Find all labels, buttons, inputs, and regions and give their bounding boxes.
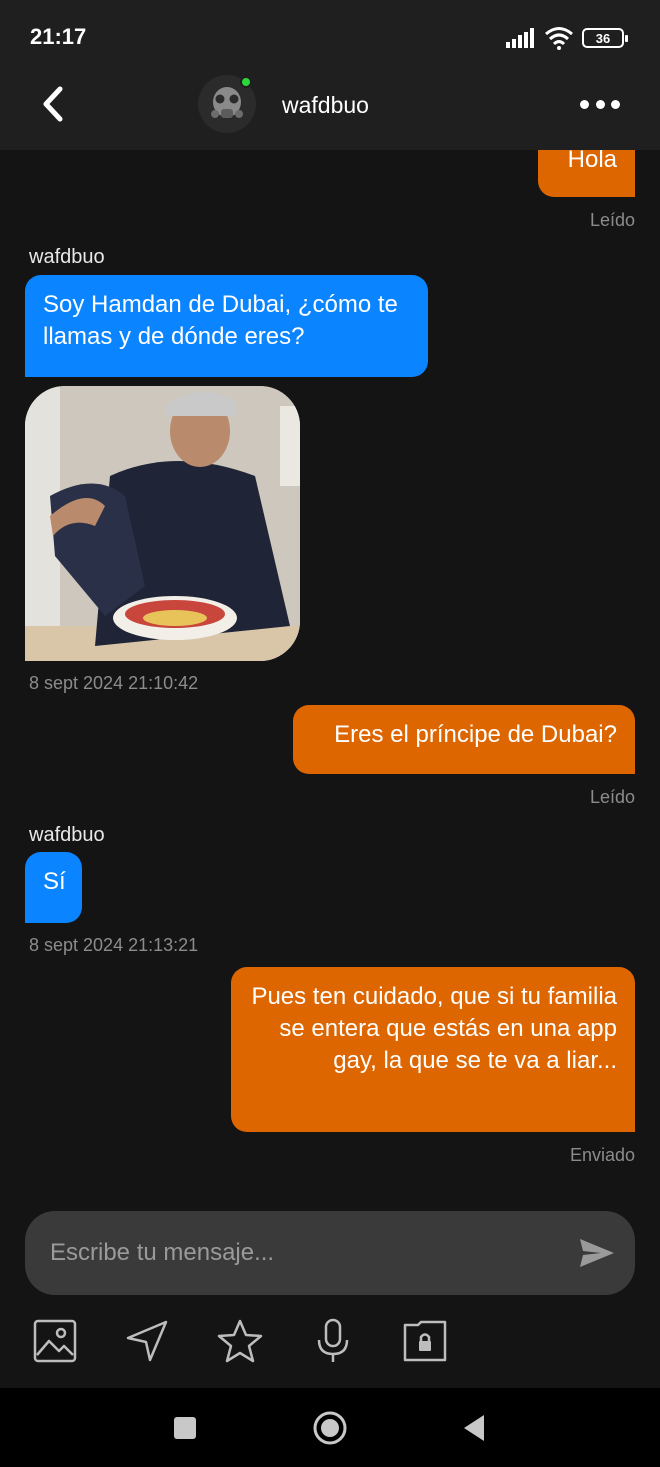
recents-button[interactable]: [163, 1406, 207, 1450]
status-time: 21:17: [30, 24, 87, 49]
online-indicator: [240, 76, 252, 88]
attachment-toolbar: [0, 1300, 660, 1388]
message-text: Soy Hamdan de Dubai, ¿cómo te llamas y d…: [43, 291, 398, 350]
triangle-back-icon: [464, 1415, 484, 1441]
battery-level: 36: [595, 30, 611, 46]
message-input[interactable]: [50, 1211, 570, 1295]
outgoing-message[interactable]: Hola: [538, 150, 635, 197]
send-button[interactable]: [577, 1233, 617, 1273]
star-icon: [217, 1319, 263, 1363]
photo-image: [25, 386, 300, 661]
contact-name[interactable]: wafdbuo: [282, 92, 369, 119]
system-navigation-bar: [0, 1388, 660, 1467]
chevron-left-icon: [43, 86, 63, 122]
outgoing-message[interactable]: Pues ten cuidado, que si tu familia se e…: [231, 967, 635, 1132]
dot: [580, 99, 589, 109]
image-button[interactable]: [30, 1316, 80, 1366]
home-button[interactable]: [308, 1406, 352, 1450]
sender-name: wafdbuo: [29, 824, 105, 846]
top-bar: 21:17 36 wafdbuo: [0, 0, 660, 150]
more-options-button[interactable]: [580, 92, 620, 116]
wifi-icon: [545, 27, 573, 50]
signal-icon: [506, 28, 534, 48]
gas-mask-avatar-icon: [211, 87, 243, 118]
sent-status: Enviado: [569, 1145, 635, 1165]
favorite-button[interactable]: [215, 1316, 265, 1366]
photo-message[interactable]: [25, 386, 300, 661]
dot: [595, 99, 605, 109]
location-button[interactable]: [122, 1316, 172, 1366]
dot: [611, 99, 620, 109]
message-text: Pues ten cuidado, que si tu familia se e…: [251, 983, 617, 1074]
microphone-icon: [317, 1318, 349, 1362]
voice-button[interactable]: [308, 1316, 358, 1366]
status-icons: 36: [506, 24, 628, 52]
send-icon: [580, 1239, 614, 1267]
image-icon: [33, 1319, 77, 1363]
sender-name: wafdbuo: [29, 246, 105, 268]
message-timestamp: 8 sept 2024 21:10:42: [29, 673, 199, 693]
home-circle-icon: [313, 1411, 347, 1445]
battery-icon: 36: [582, 28, 628, 48]
incoming-message[interactable]: Sí: [25, 852, 82, 923]
read-status: Leído: [589, 787, 635, 807]
private-album-button[interactable]: [400, 1316, 450, 1366]
chat-area[interactable]: Hola Leído wafdbuo Soy Hamdan de Dubai, …: [0, 150, 660, 1190]
back-button[interactable]: [30, 82, 74, 126]
read-status: Leído: [589, 210, 635, 230]
private-album-icon: [403, 1320, 447, 1362]
incoming-message[interactable]: Soy Hamdan de Dubai, ¿cómo te llamas y d…: [25, 275, 428, 377]
location-icon: [126, 1320, 168, 1362]
message-text: Sí: [43, 868, 66, 895]
message-timestamp: 8 sept 2024 21:13:21: [29, 935, 199, 955]
back-nav-button[interactable]: [452, 1406, 496, 1450]
square-icon: [174, 1417, 196, 1439]
outgoing-message[interactable]: Eres el príncipe de Dubai?: [293, 705, 635, 774]
message-text: Eres el príncipe de Dubai?: [334, 721, 617, 748]
message-text: Hola: [567, 150, 617, 173]
message-composer: [25, 1211, 635, 1295]
